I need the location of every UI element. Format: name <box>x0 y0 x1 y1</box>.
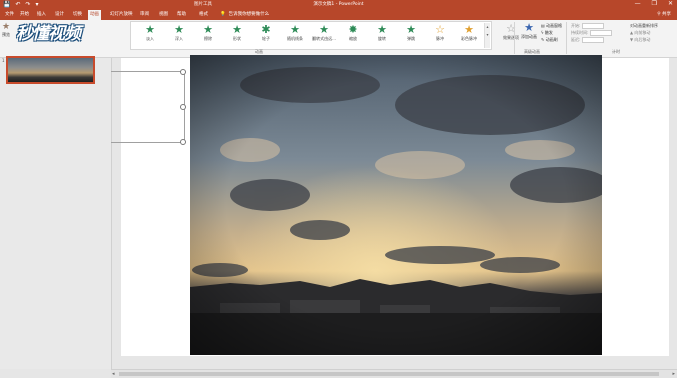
lightbulb-icon: 💡 <box>220 12 226 17</box>
animation-painter-button[interactable]: ✎ 动画刷 <box>541 36 562 43</box>
sunset-sky-image <box>190 55 602 355</box>
fade-star-icon: ★ <box>145 23 155 36</box>
duration-label: 持续时间: <box>571 30 589 35</box>
add-animation-button[interactable]: ★ 添加动画 <box>518 21 540 40</box>
selected-textbox[interactable] <box>111 71 185 143</box>
add-animation-icon: ★ <box>524 21 534 34</box>
anim-shape[interactable]: ★ 形状 <box>222 24 252 42</box>
share-label: 共享 <box>662 12 671 17</box>
move-earlier-button[interactable]: ▲ 向前移动 <box>630 29 658 36</box>
tab-help[interactable]: 帮助 <box>175 10 188 20</box>
slide-thumbnail-pane: 1 <box>0 56 112 369</box>
tab-review[interactable]: 审阅 <box>138 10 151 20</box>
painter-label: 动画刷 <box>545 37 558 42</box>
anim-label: 弹跳 <box>407 36 415 41</box>
add-animation-label: 添加动画 <box>521 34 537 39</box>
slide-number: 1 <box>2 58 5 63</box>
anim-label: 擦除 <box>204 36 212 41</box>
delay-input[interactable] <box>582 37 605 43</box>
anim-fade[interactable]: ★ 淡入 <box>135 24 165 42</box>
preview-star-icon: ★ <box>1 22 11 32</box>
share-button[interactable]: ⚲ 共享 <box>657 10 671 20</box>
animation-pane-button[interactable]: ▤ 动画窗格 <box>541 22 562 29</box>
preview-button[interactable]: ★ 预览 <box>1 22 11 37</box>
bounce-star-icon: ★ <box>406 23 416 36</box>
flip-star-icon: ★ <box>319 23 329 36</box>
wheel-star-icon: ✱ <box>261 23 271 36</box>
anim-label: 形状 <box>233 36 241 41</box>
anim-spin[interactable]: ★ 旋转 <box>367 24 397 42</box>
anim-random-bars[interactable]: ★ 随机线条 <box>280 24 310 42</box>
document-title: 演示文稿1 - PowerPoint <box>313 2 364 7</box>
random-bars-star-icon: ★ <box>290 23 300 36</box>
anim-label: 浮入 <box>175 36 183 41</box>
pulse-star-icon: ☆ <box>435 23 445 36</box>
anim-bounce[interactable]: ★ 弹跳 <box>396 24 426 42</box>
move-later-label: 向后移动 <box>634 37 651 42</box>
close-button[interactable]: ✕ <box>668 0 673 8</box>
slide-photo[interactable] <box>190 55 602 355</box>
resize-handle[interactable] <box>180 69 186 75</box>
animation-gallery: ★ 淡入 ★ 浮入 ★ 擦除 ★ 形状 ✱ 轮子 ★ 随机线条 ★ 翻转式由远... ✸ 缩放 … <box>130 21 492 50</box>
start-label: 开始: <box>571 23 581 28</box>
anim-label: 旋转 <box>378 36 386 41</box>
zoom-star-icon: ✸ <box>348 23 358 36</box>
tell-me-box[interactable]: 💡 告诉我你想要做什么 <box>220 10 269 20</box>
color-pulse-star-icon: ★ <box>464 23 474 36</box>
tab-file[interactable]: 文件 <box>3 10 16 20</box>
anim-pulse[interactable]: ☆ 脉冲 <box>425 24 455 42</box>
animation-pane-label: 动画窗格 <box>546 23 563 28</box>
window-controls: — ❐ ✕ <box>635 0 673 8</box>
chevron-down-icon[interactable]: ▾ <box>486 32 488 37</box>
tab-animations[interactable]: 动画 <box>88 10 101 20</box>
ribbon-tabs: 文件 开始 插入 设计 切换 动画 幻灯片放映 审阅 视图 帮助 格式 💡 告诉… <box>0 9 677 20</box>
scrollbar-thumb[interactable] <box>119 372 659 376</box>
trigger-button[interactable]: ϟ 触发 <box>541 29 562 36</box>
anim-label: 淡入 <box>146 36 154 41</box>
anim-label: 缩放 <box>349 36 357 41</box>
group-label-timing: 计时 <box>612 49 620 54</box>
anim-wheel[interactable]: ✱ 轮子 <box>251 24 281 42</box>
tab-view[interactable]: 视图 <box>157 10 170 20</box>
anim-wipe[interactable]: ★ 擦除 <box>193 24 223 42</box>
tell-me-text: 告诉我你想要做什么 <box>228 12 270 17</box>
anim-flip[interactable]: ★ 翻转式由远... <box>309 24 339 42</box>
slide-thumbnail[interactable] <box>6 56 95 84</box>
chevron-up-icon[interactable]: ▴ <box>486 24 488 29</box>
wipe-star-icon: ★ <box>203 23 213 36</box>
restore-button[interactable]: ❐ <box>652 0 657 8</box>
shape-star-icon: ★ <box>232 23 242 36</box>
title-bar: 💾 ↶ ↷ ▾ 图片工具 演示文稿1 - PowerPoint — ❐ ✕ <box>0 0 677 9</box>
reorder-group: 对动画重新排序 ▲ 向前移动 ▼ 向后移动 <box>630 22 658 43</box>
reorder-title: 对动画重新排序 <box>630 23 658 28</box>
anim-label: 随机线条 <box>287 36 303 41</box>
spin-star-icon: ★ <box>377 23 387 36</box>
anim-label: 脉冲 <box>436 36 444 41</box>
trigger-label: 触发 <box>544 30 553 35</box>
anim-label: 翻转式由远... <box>312 36 336 41</box>
timing-group: 开始: 持续时间: 延迟: <box>571 22 613 43</box>
resize-handle[interactable] <box>180 139 186 145</box>
move-later-button[interactable]: ▼ 向后移动 <box>630 36 658 43</box>
float-star-icon: ★ <box>174 23 184 36</box>
ribbon-animations: ★ 预览 ★ 淡入 ★ 浮入 ★ 擦除 ★ 形状 ✱ 轮子 ★ 随机线条 ★ 翻转式由远...… <box>0 20 677 58</box>
gallery-scroll[interactable]: ▴ ▾ <box>484 23 490 48</box>
delay-label: 延迟: <box>571 37 581 42</box>
minimize-button[interactable]: — <box>635 0 641 8</box>
anim-label: 彩色脉冲 <box>461 36 477 41</box>
anim-label: 轮子 <box>262 36 270 41</box>
ribbon-separator <box>566 22 567 54</box>
tab-slideshow[interactable]: 幻灯片放映 <box>108 10 135 20</box>
anim-zoom[interactable]: ✸ 缩放 <box>338 24 368 42</box>
advanced-animation-list: ▤ 动画窗格 ϟ 触发 ✎ 动画刷 <box>541 22 562 43</box>
resize-handle[interactable] <box>180 104 186 110</box>
preview-label: 预览 <box>2 32 10 37</box>
ribbon-separator <box>514 22 515 54</box>
move-earlier-label: 向前移动 <box>634 30 651 35</box>
anim-float-in[interactable]: ★ 浮入 <box>164 24 194 42</box>
watermark-logo: 秒懂视频 <box>16 24 81 44</box>
tab-format[interactable]: 格式 <box>197 10 210 20</box>
anim-color-pulse[interactable]: ★ 彩色脉冲 <box>454 24 484 42</box>
